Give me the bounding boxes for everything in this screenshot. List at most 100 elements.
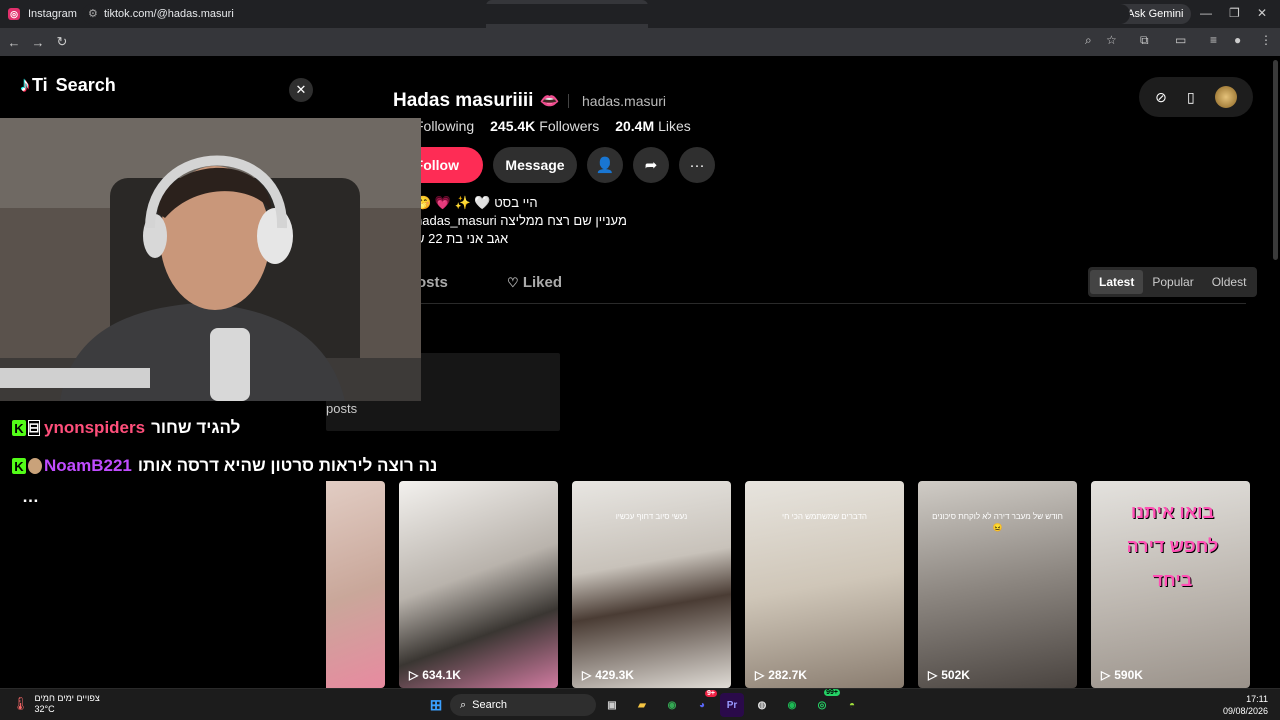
view-count: 502K (941, 668, 970, 682)
url-text: tiktok.com/@hadas.masuri (104, 8, 234, 20)
sort-option-latest[interactable]: Latest (1090, 270, 1144, 294)
sort-option-popular[interactable]: Popular (1143, 270, 1202, 294)
video-thumbnail[interactable]: ▷ 634.1K (399, 481, 558, 688)
share-arrow-icon: ➦ (644, 157, 658, 174)
kick-badge-icon: K (12, 420, 26, 436)
chat-more: … (22, 487, 39, 506)
profile-name: Hadas masuriiii 👄 (393, 90, 559, 112)
video-views: ▷ 429.3K (582, 668, 634, 682)
video-views: ▷ 502K (928, 668, 970, 682)
compass-icon[interactable]: ⊘ (1155, 89, 1167, 106)
bio-line-2: מעניין שם רצח ממליצה hadas_masuri (415, 213, 627, 228)
add-friend-button[interactable]: 👤 (587, 147, 623, 183)
user-avatar[interactable] (1214, 86, 1237, 108)
user-avatar-icon (28, 458, 42, 474)
tab-reposts[interactable]: osts (417, 274, 448, 291)
content-tabs: osts ♡ Liked Latest Popular Oldest (393, 267, 1258, 304)
system-clock[interactable]: 17:11 09/08/2026 (1223, 693, 1268, 717)
play-icon: ▷ (409, 668, 419, 682)
maximize-icon[interactable]: ❐ (1229, 6, 1240, 20)
media-icon[interactable]: ≡ (1210, 33, 1217, 47)
sidepanel-icon[interactable]: ▭ (1175, 33, 1186, 47)
video-thumbnail[interactable]: חודש של מעבר דירה לא לוקחת סיכונים 😖 ▷ 502… (918, 481, 1077, 688)
discord-badge: 9+ (705, 690, 717, 697)
profile-stats: Following 245.4K Followers 20.4M Likes (393, 118, 691, 134)
thermometer-icon: 🌡 (12, 696, 29, 711)
follow-label: Follow (414, 157, 459, 173)
window-close-icon[interactable]: ✕ (1257, 6, 1267, 20)
sort-option-oldest[interactable]: Oldest (1203, 270, 1256, 294)
temperature: 32°C (34, 704, 55, 714)
more-button[interactable]: ··· (679, 147, 715, 183)
followers-count: 245.4K (490, 118, 536, 134)
premiere-icon[interactable]: Pr (720, 693, 744, 717)
back-icon[interactable]: ← (2, 35, 26, 50)
video-thumbnail[interactable]: נעשי סיוב דחוף עכשיו ▷ 429.3K (572, 481, 731, 688)
message-label: Message (505, 157, 565, 173)
tab-liked[interactable]: ♡ Liked (507, 274, 562, 291)
video-thumbnail[interactable]: בואו איתנו לחפש דירה ביחד ▷ 590K (1091, 481, 1250, 688)
view-count: 590K (1114, 668, 1143, 682)
whatsapp-icon[interactable]: ◎ 99+ (810, 689, 840, 717)
zoom-icon[interactable]: ⌕ (1085, 33, 1092, 48)
video-views: ▷ 282.7K (755, 668, 807, 682)
taskbar-search[interactable]: ⌕ Search (450, 694, 596, 716)
page-scrollbar[interactable] (1273, 60, 1278, 260)
webcam-image (0, 118, 421, 401)
chat-username[interactable]: NoamB221 (44, 456, 132, 476)
chat-username[interactable]: ynonspiders (44, 418, 145, 438)
minimize-icon[interactable]: — (1200, 6, 1212, 20)
lips-emoji: 👄 (539, 93, 560, 110)
name-divider (568, 94, 569, 108)
obs-icon[interactable]: ◍ (750, 693, 774, 717)
stream-chat: K ⊟ ynonspiders להגיד שחור K NoamB221 נה… (0, 401, 437, 688)
reload-icon[interactable]: ↻ (50, 34, 74, 50)
windows-taskbar: 🌡 צפויים ימים חמים 32°C ⊞ ⌕ Search ▣ ▰ ◉… (0, 688, 1280, 720)
site-info-icon[interactable]: ⚙ (88, 7, 98, 20)
spotify-icon[interactable]: ◉ (780, 693, 804, 717)
followers-stat[interactable]: 245.4K Followers (490, 118, 599, 134)
profile-icon[interactable]: ● (1234, 33, 1241, 47)
android-icon[interactable]: ◓ (840, 693, 864, 717)
tab-liked-label: Liked (522, 274, 563, 291)
video-overlay-text: בואו איתנו לחפש דירה ביחד (1126, 502, 1219, 590)
tiktok-logo[interactable]: ♪ Ti Search (20, 74, 116, 97)
chat-text: להגיד שחור (151, 418, 241, 437)
top-right-actions: ⊘ ▯ (1139, 77, 1253, 117)
url-field[interactable]: ⚙ tiktok.com/@hadas.masuri (82, 4, 1130, 24)
clock-date: 09/08/2026 (1222, 706, 1268, 716)
video-views: ▷ 590K (1101, 668, 1143, 682)
play-icon: ▷ (1101, 668, 1111, 682)
bio-line-3: אגב אני בת 22 ש (415, 231, 509, 246)
view-count: 634.1K (422, 668, 461, 682)
task-view-icon[interactable]: ▣ (600, 693, 624, 717)
following-stat[interactable]: Following (415, 118, 474, 134)
close-search-button[interactable]: ✕ (289, 78, 313, 102)
play-icon: ▷ (928, 668, 938, 682)
kick-badge-icon: K (12, 458, 26, 474)
forward-icon[interactable]: → (26, 35, 50, 50)
posts-label: posts (326, 401, 358, 416)
likes-stat: 20.4M Likes (615, 118, 691, 134)
message-button[interactable]: Message (493, 147, 577, 183)
share-button[interactable]: ➦ (633, 147, 669, 183)
taskbar-apps: ⊞ (424, 693, 448, 717)
following-label: Following (415, 118, 475, 134)
chrome-icon[interactable]: ◉ (660, 693, 684, 717)
play-icon: ▷ (755, 668, 765, 682)
taskbar-pinned: ▣ ▰ ◉ ◕ 9+ Pr ◍ ◉ ◎ 99+ ◓ (600, 689, 864, 717)
menu-kebab-icon[interactable]: ⋮ (1260, 33, 1272, 47)
discord-icon[interactable]: ◕ 9+ (690, 690, 717, 717)
play-icon: ▷ (582, 668, 592, 682)
device-icon[interactable]: ▯ (1187, 89, 1195, 106)
file-explorer-icon[interactable]: ▰ (630, 693, 654, 717)
likes-count: 20.4M (615, 118, 655, 134)
chat-message: K ⊟ ynonspiders להגיד שחור (12, 418, 240, 438)
bookmark-star-icon[interactable]: ☆ (1106, 33, 1117, 47)
video-thumbnail[interactable]: הדברים שמשתמש הכי חי ▷ 282.7K (745, 481, 904, 688)
video-grid: ▷ 634.1K נעשי סיוב דחוף עכשיו ▷ 429.3K הדברים… (226, 481, 1250, 688)
liked-heart-icon: ♡ (507, 275, 519, 290)
weather-widget[interactable]: 🌡 צפויים ימים חמים 32°C (12, 693, 100, 715)
extensions-icon[interactable]: ⧉ (1140, 33, 1149, 48)
windows-start-icon[interactable]: ⊞ (424, 693, 448, 717)
